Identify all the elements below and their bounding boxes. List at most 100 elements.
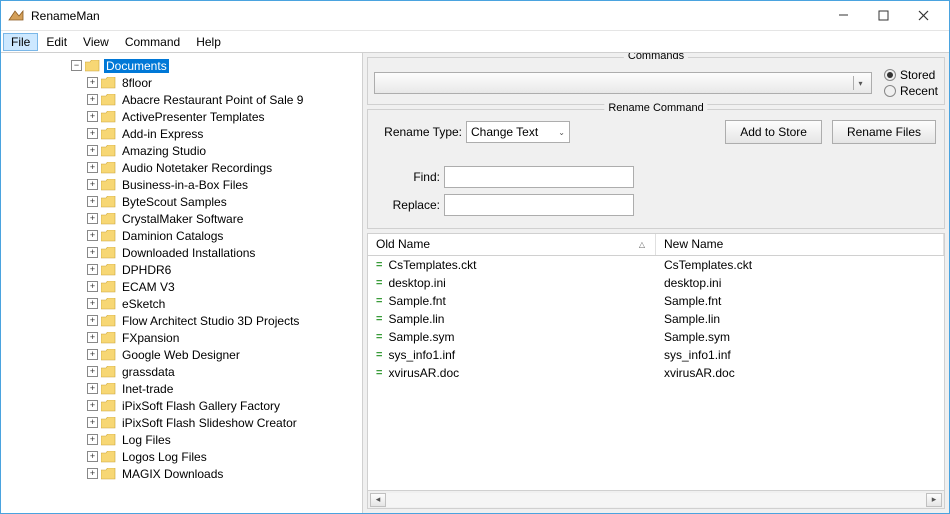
radio-recent[interactable]: Recent — [884, 84, 938, 98]
tree-item[interactable]: + ByteScout Samples — [5, 193, 362, 210]
tree-item[interactable]: + MAGIX Downloads — [5, 465, 362, 482]
tree-toggle[interactable]: + — [87, 417, 98, 428]
tree-item[interactable]: +grassdata — [5, 363, 362, 380]
minimize-button[interactable] — [823, 2, 863, 30]
menu-help[interactable]: Help — [188, 33, 229, 51]
scroll-right-icon[interactable]: ▸ — [926, 493, 942, 507]
column-new-name[interactable]: New Name — [656, 234, 944, 255]
tree-item[interactable]: +CrystalMaker Software — [5, 210, 362, 227]
table-body: =CsTemplates.cktCsTemplates.ckt=desktop.… — [368, 256, 944, 490]
equal-icon: = — [376, 277, 382, 289]
tree-toggle[interactable]: + — [87, 94, 98, 105]
maximize-button[interactable] — [863, 2, 903, 30]
tree-item[interactable]: +Daminion Catalogs — [5, 227, 362, 244]
tree-item[interactable]: + Inet-trade — [5, 380, 362, 397]
menu-edit[interactable]: Edit — [38, 33, 75, 51]
table-row[interactable]: =Sample.fntSample.fnt — [368, 292, 944, 310]
menu-view[interactable]: View — [75, 33, 117, 51]
replace-input[interactable] — [444, 194, 634, 216]
tree-label: ByteScout Samples — [120, 195, 229, 209]
tree-toggle[interactable]: + — [87, 179, 98, 190]
equal-icon: = — [376, 313, 382, 325]
tree-item[interactable]: +Abacre Restaurant Point of Sale 9 — [5, 91, 362, 108]
tree-item[interactable]: +Downloaded Installations — [5, 244, 362, 261]
tree-toggle[interactable]: + — [87, 349, 98, 360]
radio-icon — [884, 85, 896, 97]
folder-tree[interactable]: −Documents+8floor+Abacre Restaurant Poin… — [1, 53, 363, 513]
tree-item[interactable]: + ActivePresenter Templates — [5, 108, 362, 125]
tree-toggle[interactable]: + — [87, 128, 98, 139]
tree-label: DPHDR6 — [120, 263, 173, 277]
menu-file[interactable]: File — [3, 33, 38, 51]
tree-label: Audio Notetaker Recordings — [120, 161, 274, 175]
menu-command[interactable]: Command — [117, 33, 188, 51]
tree-item-documents[interactable]: −Documents — [5, 57, 362, 74]
table-row[interactable]: =sys_info1.infsys_info1.inf — [368, 346, 944, 364]
table-row[interactable]: =desktop.inidesktop.ini — [368, 274, 944, 292]
tree-toggle[interactable]: + — [87, 383, 98, 394]
commands-group: Commands ▾ Stored Recent — [367, 57, 945, 105]
tree-toggle[interactable]: − — [71, 60, 82, 71]
tree-item[interactable]: +Business-in-a-Box Files — [5, 176, 362, 193]
old-name-cell: Sample.fnt — [388, 294, 445, 308]
table-row[interactable]: =Sample.symSample.sym — [368, 328, 944, 346]
commands-dropdown[interactable]: ▾ — [374, 72, 872, 94]
horizontal-scrollbar[interactable]: ◂ ▸ — [368, 490, 944, 508]
tree-label: ActivePresenter Templates — [120, 110, 267, 124]
tree-label: Flow Architect Studio 3D Projects — [120, 314, 301, 328]
tree-item[interactable]: + Amazing Studio — [5, 142, 362, 159]
tree-toggle[interactable]: + — [87, 111, 98, 122]
tree-item[interactable]: + DPHDR6 — [5, 261, 362, 278]
add-to-store-button[interactable]: Add to Store — [725, 120, 822, 144]
tree-toggle[interactable]: + — [87, 315, 98, 326]
table-row[interactable]: =xvirusAR.docxvirusAR.doc — [368, 364, 944, 382]
tree-toggle[interactable]: + — [87, 247, 98, 258]
tree-item[interactable]: +iPixSoft Flash Slideshow Creator — [5, 414, 362, 431]
rename-files-button[interactable]: Rename Files — [832, 120, 936, 144]
tree-toggle[interactable]: + — [87, 281, 98, 292]
tree-toggle[interactable]: + — [87, 434, 98, 445]
menubar: File Edit View Command Help — [1, 31, 949, 53]
scroll-left-icon[interactable]: ◂ — [370, 493, 386, 507]
scroll-track[interactable] — [386, 493, 926, 507]
tree-item[interactable]: +Log Files — [5, 431, 362, 448]
tree-toggle[interactable]: + — [87, 145, 98, 156]
tree-toggle[interactable]: + — [87, 213, 98, 224]
tree-item[interactable]: +ECAM V3 — [5, 278, 362, 295]
equal-icon: = — [376, 331, 382, 343]
tree-toggle[interactable]: + — [87, 400, 98, 411]
tree-toggle[interactable]: + — [87, 162, 98, 173]
table-row[interactable]: =CsTemplates.cktCsTemplates.ckt — [368, 256, 944, 274]
tree-item[interactable]: +Add-in Express — [5, 125, 362, 142]
tree-toggle[interactable]: + — [87, 468, 98, 479]
tree-label: Amazing Studio — [120, 144, 208, 158]
tree-toggle[interactable]: + — [87, 366, 98, 377]
tree-toggle[interactable]: + — [87, 298, 98, 309]
tree-item[interactable]: + Audio Notetaker Recordings — [5, 159, 362, 176]
tree-label: Inet-trade — [120, 382, 175, 396]
rename-type-select[interactable]: Change Text ⌄ — [466, 121, 570, 143]
tree-item[interactable]: +eSketch — [5, 295, 362, 312]
tree-item[interactable]: + Flow Architect Studio 3D Projects — [5, 312, 362, 329]
tree-toggle[interactable]: + — [87, 451, 98, 462]
tree-toggle[interactable]: + — [87, 77, 98, 88]
window-controls — [823, 2, 943, 30]
table-row[interactable]: =Sample.linSample.lin — [368, 310, 944, 328]
tree-item[interactable]: +Logos Log Files — [5, 448, 362, 465]
tree-item[interactable]: +Google Web Designer — [5, 346, 362, 363]
tree-toggle[interactable]: + — [87, 264, 98, 275]
tree-toggle[interactable]: + — [87, 230, 98, 241]
tree-toggle[interactable]: + — [87, 332, 98, 343]
find-input[interactable] — [444, 166, 634, 188]
tree-toggle[interactable]: + — [87, 196, 98, 207]
tree-item[interactable]: +FXpansion — [5, 329, 362, 346]
radio-stored[interactable]: Stored — [884, 68, 938, 82]
rename-legend: Rename Command — [604, 102, 707, 114]
close-button[interactable] — [903, 2, 943, 30]
old-name-cell: sys_info1.inf — [388, 348, 455, 362]
table-header: Old Name△ New Name — [368, 234, 944, 256]
column-old-name[interactable]: Old Name△ — [368, 234, 656, 255]
tree-label: MAGIX Downloads — [120, 467, 225, 481]
tree-item[interactable]: +iPixSoft Flash Gallery Factory — [5, 397, 362, 414]
tree-item[interactable]: +8floor — [5, 74, 362, 91]
